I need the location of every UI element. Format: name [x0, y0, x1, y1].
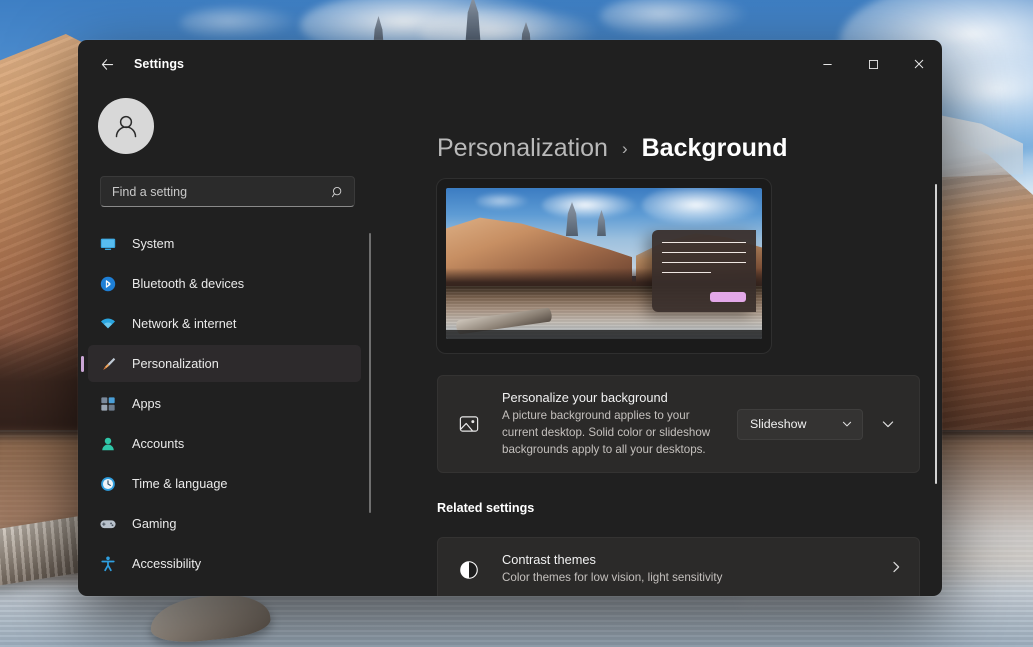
- close-button[interactable]: [896, 40, 942, 88]
- preview-screen: [446, 188, 762, 339]
- apps-icon: [98, 394, 118, 414]
- preview-taskbar: [446, 330, 762, 339]
- mock-text-line: [662, 262, 746, 263]
- paintbrush-icon: [98, 354, 118, 374]
- card-description: Color themes for low vision, light sensi…: [502, 570, 881, 587]
- window-controls: [804, 40, 942, 88]
- sidebar-item-label: System: [132, 237, 174, 251]
- title-bar: Settings: [78, 40, 942, 88]
- sidebar-item-label: Accessibility: [132, 557, 201, 571]
- maximize-button[interactable]: [850, 40, 896, 88]
- page-title: Background: [642, 134, 788, 163]
- desktop: Settings: [0, 0, 1033, 647]
- expand-card-button[interactable]: [873, 409, 903, 439]
- sidebar-item-accessibility[interactable]: Accessibility: [88, 545, 361, 582]
- sidebar-item-personalization[interactable]: Personalization: [88, 345, 361, 382]
- preview-container: [375, 179, 942, 353]
- dropdown-selected-value: Slideshow: [750, 417, 806, 431]
- preview-cloud: [476, 192, 530, 210]
- sidebar-item-label: Personalization: [132, 357, 219, 371]
- search-input[interactable]: [112, 185, 331, 199]
- avatar-container: [78, 88, 375, 154]
- contrast-themes-row[interactable]: Contrast themes Color themes for low vis…: [437, 537, 920, 596]
- preview-cloud: [542, 190, 638, 220]
- user-avatar-icon: [110, 110, 142, 142]
- preview-mock-window: [652, 230, 756, 312]
- background-type-dropdown[interactable]: Slideshow: [737, 409, 863, 440]
- card-title: Contrast themes: [502, 552, 881, 567]
- accessibility-icon: [98, 554, 118, 574]
- chevron-down-icon: [881, 417, 895, 431]
- chevron-down-icon: [841, 418, 853, 430]
- breadcrumb-separator-icon: ›: [622, 139, 628, 159]
- sidebar-scrollbar[interactable]: [369, 233, 371, 513]
- related-settings-heading: Related settings: [375, 501, 942, 515]
- sidebar-item-network-internet[interactable]: Network & internet: [88, 305, 361, 342]
- app-title: Settings: [134, 57, 184, 71]
- related-settings-container: Contrast themes Color themes for low vis…: [375, 537, 942, 596]
- sidebar-item-system[interactable]: System: [88, 225, 361, 262]
- sidebar-nav: System Bluetooth & devices: [78, 225, 375, 585]
- cards-container: Personalize your background A picture ba…: [375, 375, 942, 473]
- sidebar-item-label: Bluetooth & devices: [132, 277, 244, 291]
- contrast-icon: [454, 559, 484, 581]
- monitor-icon: [98, 234, 118, 254]
- search-box[interactable]: [100, 176, 355, 207]
- sidebar-item-label: Time & language: [132, 477, 227, 491]
- sidebar-item-label: Accounts: [132, 437, 184, 451]
- sidebar-item-label: Network & internet: [132, 317, 236, 331]
- back-button[interactable]: [90, 49, 124, 79]
- personalize-background-card: Personalize your background A picture ba…: [437, 375, 920, 473]
- content-scrollbar[interactable]: [935, 184, 938, 484]
- sidebar-item-label: Gaming: [132, 517, 176, 531]
- cloud: [180, 6, 300, 40]
- breadcrumb: Personalization › Background: [375, 134, 942, 163]
- desktop-background-preview: [437, 179, 771, 353]
- mock-accent-button: [710, 292, 746, 302]
- sidebar-item-label: Apps: [132, 397, 161, 411]
- search-icon: [331, 185, 345, 199]
- card-title: Personalize your background: [502, 390, 727, 405]
- wifi-icon: [98, 314, 118, 334]
- sidebar-item-apps[interactable]: Apps: [88, 385, 361, 422]
- mock-text-line: [662, 272, 711, 273]
- settings-window: Settings: [78, 40, 942, 596]
- close-icon: [913, 58, 925, 70]
- maximize-icon: [868, 59, 879, 70]
- account-icon: [98, 434, 118, 454]
- sidebar-item-time-language[interactable]: Time & language: [88, 465, 361, 502]
- clock-icon: [98, 474, 118, 494]
- picture-icon: [454, 413, 484, 435]
- sidebar-item-gaming[interactable]: Gaming: [88, 505, 361, 542]
- content-area: Personalization › Background: [375, 88, 942, 596]
- sidebar-item-accounts[interactable]: Accounts: [88, 425, 361, 462]
- chevron-right-icon: [889, 560, 903, 579]
- sidebar-item-bluetooth-devices[interactable]: Bluetooth & devices: [88, 265, 361, 302]
- search-container: [78, 154, 375, 207]
- breadcrumb-parent[interactable]: Personalization: [437, 134, 608, 163]
- bluetooth-icon: [98, 274, 118, 294]
- minimize-button[interactable]: [804, 40, 850, 88]
- card-text: Contrast themes Color themes for low vis…: [502, 552, 881, 587]
- card-description: A picture background applies to your cur…: [502, 408, 727, 458]
- minimize-icon: [822, 59, 833, 70]
- mock-text-line: [662, 242, 746, 243]
- sidebar: System Bluetooth & devices: [78, 88, 375, 596]
- back-arrow-icon: [100, 57, 115, 72]
- window-body: System Bluetooth & devices: [78, 88, 942, 596]
- gamepad-icon: [98, 514, 118, 534]
- avatar[interactable]: [98, 98, 154, 154]
- mock-text-line: [662, 252, 746, 253]
- card-text: Personalize your background A picture ba…: [502, 390, 727, 458]
